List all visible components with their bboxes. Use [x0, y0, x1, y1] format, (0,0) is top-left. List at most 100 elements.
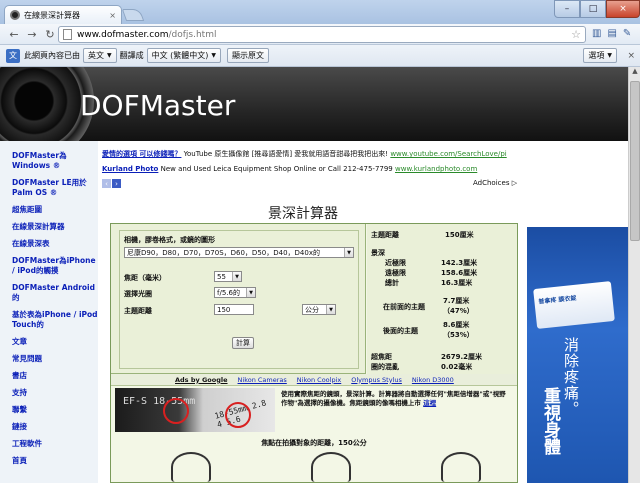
sketch-figure: [441, 452, 481, 482]
left-navigation: DOFMaster為Windows ® DOFMaster LE用於Palm O…: [0, 141, 98, 483]
distance-input[interactable]: 150: [214, 304, 254, 315]
site-banner: DOFMaster: [0, 67, 628, 141]
ad-link[interactable]: Nikon Coolpix: [297, 376, 341, 384]
new-tab-button[interactable]: [121, 9, 145, 21]
nav-link[interactable]: 工程軟件: [12, 439, 98, 449]
nav-link[interactable]: 書店: [12, 371, 98, 381]
text-ad: Kurland Photo New and Used Leica Equipme…: [102, 165, 477, 173]
page-icon: [63, 29, 72, 40]
minimize-button[interactable]: –: [554, 0, 580, 18]
reload-icon[interactable]: ↻: [42, 26, 58, 42]
page-menu-icon[interactable]: ▤: [607, 28, 616, 39]
nav-link[interactable]: 聯繫: [12, 405, 98, 415]
near-limit-label: 近極限: [385, 259, 406, 267]
ad-url-link[interactable]: www.youtube.com/SearchLove/pi: [390, 150, 506, 158]
chevron-down-icon: ▼: [107, 52, 112, 59]
total-value: 16.3厘米: [441, 279, 473, 287]
chevron-down-icon: ▼: [607, 52, 612, 59]
focal-length-select[interactable]: 55 ▼: [214, 271, 242, 282]
unit-select[interactable]: 公分 ▼: [302, 304, 336, 315]
url-host: www.dofmaster.com: [77, 29, 169, 40]
nav-link[interactable]: DOFMaster為Windows ®: [12, 151, 98, 171]
aperture-select[interactable]: f/5.6的 ▼: [214, 287, 256, 298]
scroll-thumb[interactable]: [630, 81, 640, 241]
chevron-down-icon: ▼: [211, 52, 217, 59]
translate-prefix: 此網頁內容已由: [24, 51, 80, 60]
nav-link[interactable]: DOFMaster為iPhone / iPod的觸摸: [12, 256, 98, 276]
ad-title-link[interactable]: 愛情的選項 可以修錢嗎？: [102, 150, 181, 158]
translate-options-button[interactable]: 選項 ▼: [583, 48, 617, 63]
highlight-circle: [225, 402, 251, 428]
url-path: /dofjs.html: [168, 29, 217, 40]
in-front-value: 7.7厘米: [443, 297, 470, 305]
source-language-select[interactable]: 英文 ▼: [83, 48, 117, 63]
side-ad-banner[interactable]: 普拿疼 膜衣錠 消除疼痛。 重視身體: [527, 227, 628, 483]
chevron-down-icon: ▼: [246, 288, 255, 297]
sketch-figure: [311, 452, 351, 482]
chevron-down-icon: ▼: [344, 248, 353, 257]
subject-distance-value: 150厘米: [445, 231, 474, 239]
nav-link[interactable]: DOFMaster LE用於Palm OS ®: [12, 178, 98, 198]
input-form: 相機，膠卷格式，或鏡的圖形 尼康D90，D80，D70，D70S，D60，D50…: [119, 230, 359, 369]
nav-link[interactable]: 在線景深表: [12, 239, 98, 249]
bookmark-star-icon[interactable]: ☆: [571, 28, 581, 41]
highlight-circle: [163, 398, 189, 424]
nav-link[interactable]: 基於表為iPhone / iPod Touch的: [12, 310, 98, 330]
nav-link[interactable]: 常見問題: [12, 354, 98, 364]
favicon-icon: [10, 10, 20, 20]
ad-slogan-bold: 重視身體: [540, 387, 560, 455]
extension-icon[interactable]: ▥: [592, 28, 601, 39]
nav-link[interactable]: DOFMaster Android的: [12, 283, 98, 303]
ad-link[interactable]: Nikon Cameras: [238, 376, 287, 384]
address-bar[interactable]: www.dofmaster.com /dofjs.html ☆: [58, 26, 586, 43]
wrench-icon[interactable]: ✎: [623, 28, 631, 39]
caption-link[interactable]: 這裡: [423, 399, 436, 407]
ad-url-link[interactable]: www.kurlandphoto.com: [395, 165, 477, 173]
nav-link[interactable]: 文章: [12, 337, 98, 347]
back-icon[interactable]: ←: [6, 26, 22, 42]
ad-title-link[interactable]: Kurland Photo: [102, 165, 158, 173]
maximize-button[interactable]: □: [580, 0, 606, 18]
ads-by-google[interactable]: Ads by Google: [175, 376, 228, 384]
behind-label: 後面的主題: [383, 327, 418, 335]
calculator-title: 景深計算器: [268, 206, 338, 222]
caption-text: 使用實際焦距的鏡頭，景深計算。計算器將自動選擇任何"焦距倍增器"或"視野作物"為…: [281, 390, 506, 407]
close-window-button[interactable]: ×: [606, 0, 640, 18]
browser-tab[interactable]: 在線景深計算器 ×: [4, 5, 122, 24]
hyperfocal-value: 2679.2厘米: [441, 353, 483, 361]
nav-link[interactable]: 支持: [12, 388, 98, 398]
pack-text: 普拿疼 膜衣錠: [538, 294, 577, 306]
target-language-select[interactable]: 中文 (繁體中文) ▼: [146, 48, 222, 63]
calculator-results: 主題距離 150厘米 景深 近極限 142.3厘米 遠極限 158.6厘米 總計…: [367, 224, 517, 374]
hyperfocal-label: 超焦距: [371, 353, 392, 361]
chevron-down-icon: ▼: [232, 272, 241, 281]
focal-length-label: 焦距（毫米）: [124, 274, 166, 282]
scroll-up-icon[interactable]: ▲: [629, 67, 640, 79]
nav-link[interactable]: 鏈接: [12, 422, 98, 432]
close-translate-icon[interactable]: ×: [627, 51, 635, 61]
compute-button[interactable]: 計算: [232, 337, 254, 349]
page-scrollbar[interactable]: ▲: [628, 67, 640, 483]
text-ad: 愛情的選項 可以修錢嗎？ YouTube 原生攝像館 [推尋語愛情] 愛我就用語…: [102, 149, 507, 159]
tab-close-icon[interactable]: ×: [109, 11, 116, 20]
ad-links-bar: Ads by Google Nikon Cameras Nikon Coolpi…: [111, 374, 517, 386]
nav-link[interactable]: 超焦距圖: [12, 205, 98, 215]
nav-link[interactable]: 在線景深計算器: [12, 222, 98, 232]
ad-next-button[interactable]: ›: [112, 179, 121, 188]
ad-link[interactable]: Nikon D3000: [412, 376, 454, 384]
dof-calculator: 相機，膠卷格式，或鏡的圖形 尼康D90，D80，D70，D70S，D60，D50…: [110, 223, 518, 483]
ad-link[interactable]: Olympus Stylus: [351, 376, 402, 384]
subject-distance-label: 主題距離: [371, 231, 399, 239]
distance-label: 主題距離: [124, 307, 152, 315]
forward-icon[interactable]: →: [24, 26, 40, 42]
far-limit-value: 158.6厘米: [441, 269, 478, 277]
source-language-value: 英文: [88, 51, 104, 60]
translate-icon: 文: [6, 48, 20, 63]
adchoices-link[interactable]: AdChoices ▷: [473, 179, 517, 187]
ad-prev-button[interactable]: ‹: [102, 179, 111, 188]
nav-link[interactable]: 首頁: [12, 456, 98, 466]
show-original-button[interactable]: 顯示原文: [227, 48, 270, 63]
web-page: DOFMaster DOFMaster為Windows ® DOFMaster …: [0, 67, 628, 483]
target-language-value: 中文 (繁體中文): [151, 51, 209, 60]
camera-select[interactable]: 尼康D90，D80，D70，D70S，D60，D50，D40，D40x的 ▼: [124, 247, 354, 258]
